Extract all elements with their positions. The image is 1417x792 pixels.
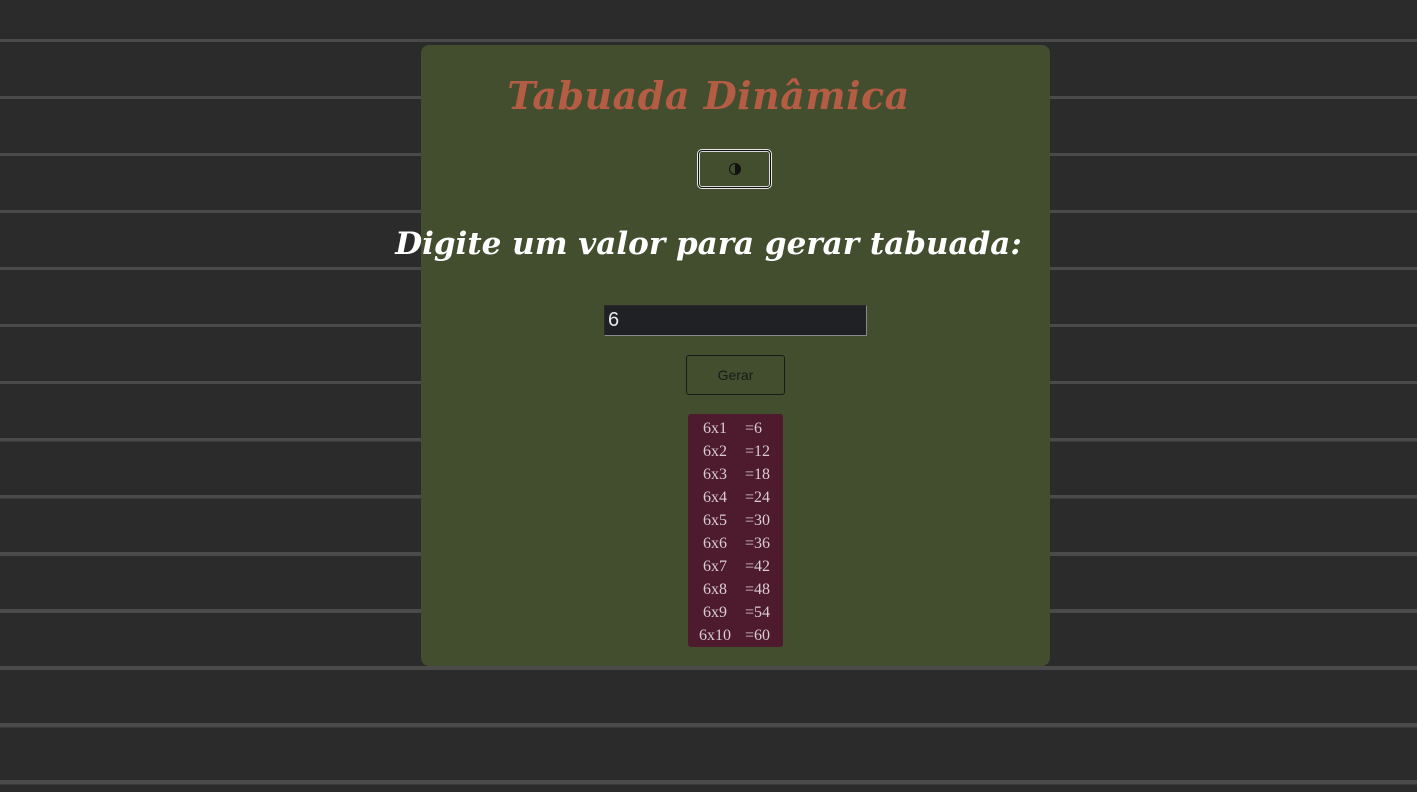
table-row: 6x5 =30	[688, 509, 783, 532]
row-expression: 6x4	[703, 489, 727, 506]
table-row: 6x9 =54	[688, 601, 783, 624]
table-row: 6x4 =24	[688, 486, 783, 509]
table-row: 6x3 =18	[688, 463, 783, 486]
row-result: =6	[745, 420, 763, 437]
row-expression: 6x3	[703, 466, 727, 483]
row-expression: 6x7	[703, 558, 727, 575]
row-result: =24	[745, 489, 771, 506]
theme-toggle-button[interactable]	[697, 149, 772, 189]
row-result: =54	[745, 604, 771, 621]
table-row: 6x2 =12	[688, 440, 783, 463]
row-result: =42	[745, 558, 771, 575]
table-row: 6x8 =48	[688, 578, 783, 601]
prompt-text: Digite um valor para gerar tabuada:	[395, 226, 1022, 262]
row-result: =30	[745, 512, 771, 529]
number-input[interactable]	[604, 305, 867, 336]
row-expression: 6x5	[703, 512, 727, 529]
contrast-icon	[728, 163, 741, 175]
generate-button[interactable]: Gerar	[686, 355, 785, 395]
row-expression: 6x8	[703, 581, 727, 598]
row-result: =18	[745, 466, 771, 483]
table-row: 6x1 =6	[688, 417, 783, 440]
row-expression: 6x9	[703, 604, 727, 621]
row-result: =12	[745, 443, 771, 460]
table-row: 6x6 =36	[688, 532, 783, 555]
row-result: =36	[745, 535, 771, 552]
row-expression: 6x10	[699, 627, 731, 644]
table-row: 6x7 =42	[688, 555, 783, 578]
row-expression: 6x1	[703, 420, 727, 437]
page-title: Tabuada Dinâmica	[507, 73, 910, 118]
row-result: =48	[745, 581, 771, 598]
row-result: =60	[745, 627, 771, 644]
row-expression: 6x6	[703, 535, 727, 552]
multiplication-table: 6x1 =6 6x2 =12 6x3 =18 6x4 =24 6x5 =30 6…	[688, 414, 783, 647]
row-expression: 6x2	[703, 443, 727, 460]
table-row: 6x10 =60	[688, 624, 783, 647]
